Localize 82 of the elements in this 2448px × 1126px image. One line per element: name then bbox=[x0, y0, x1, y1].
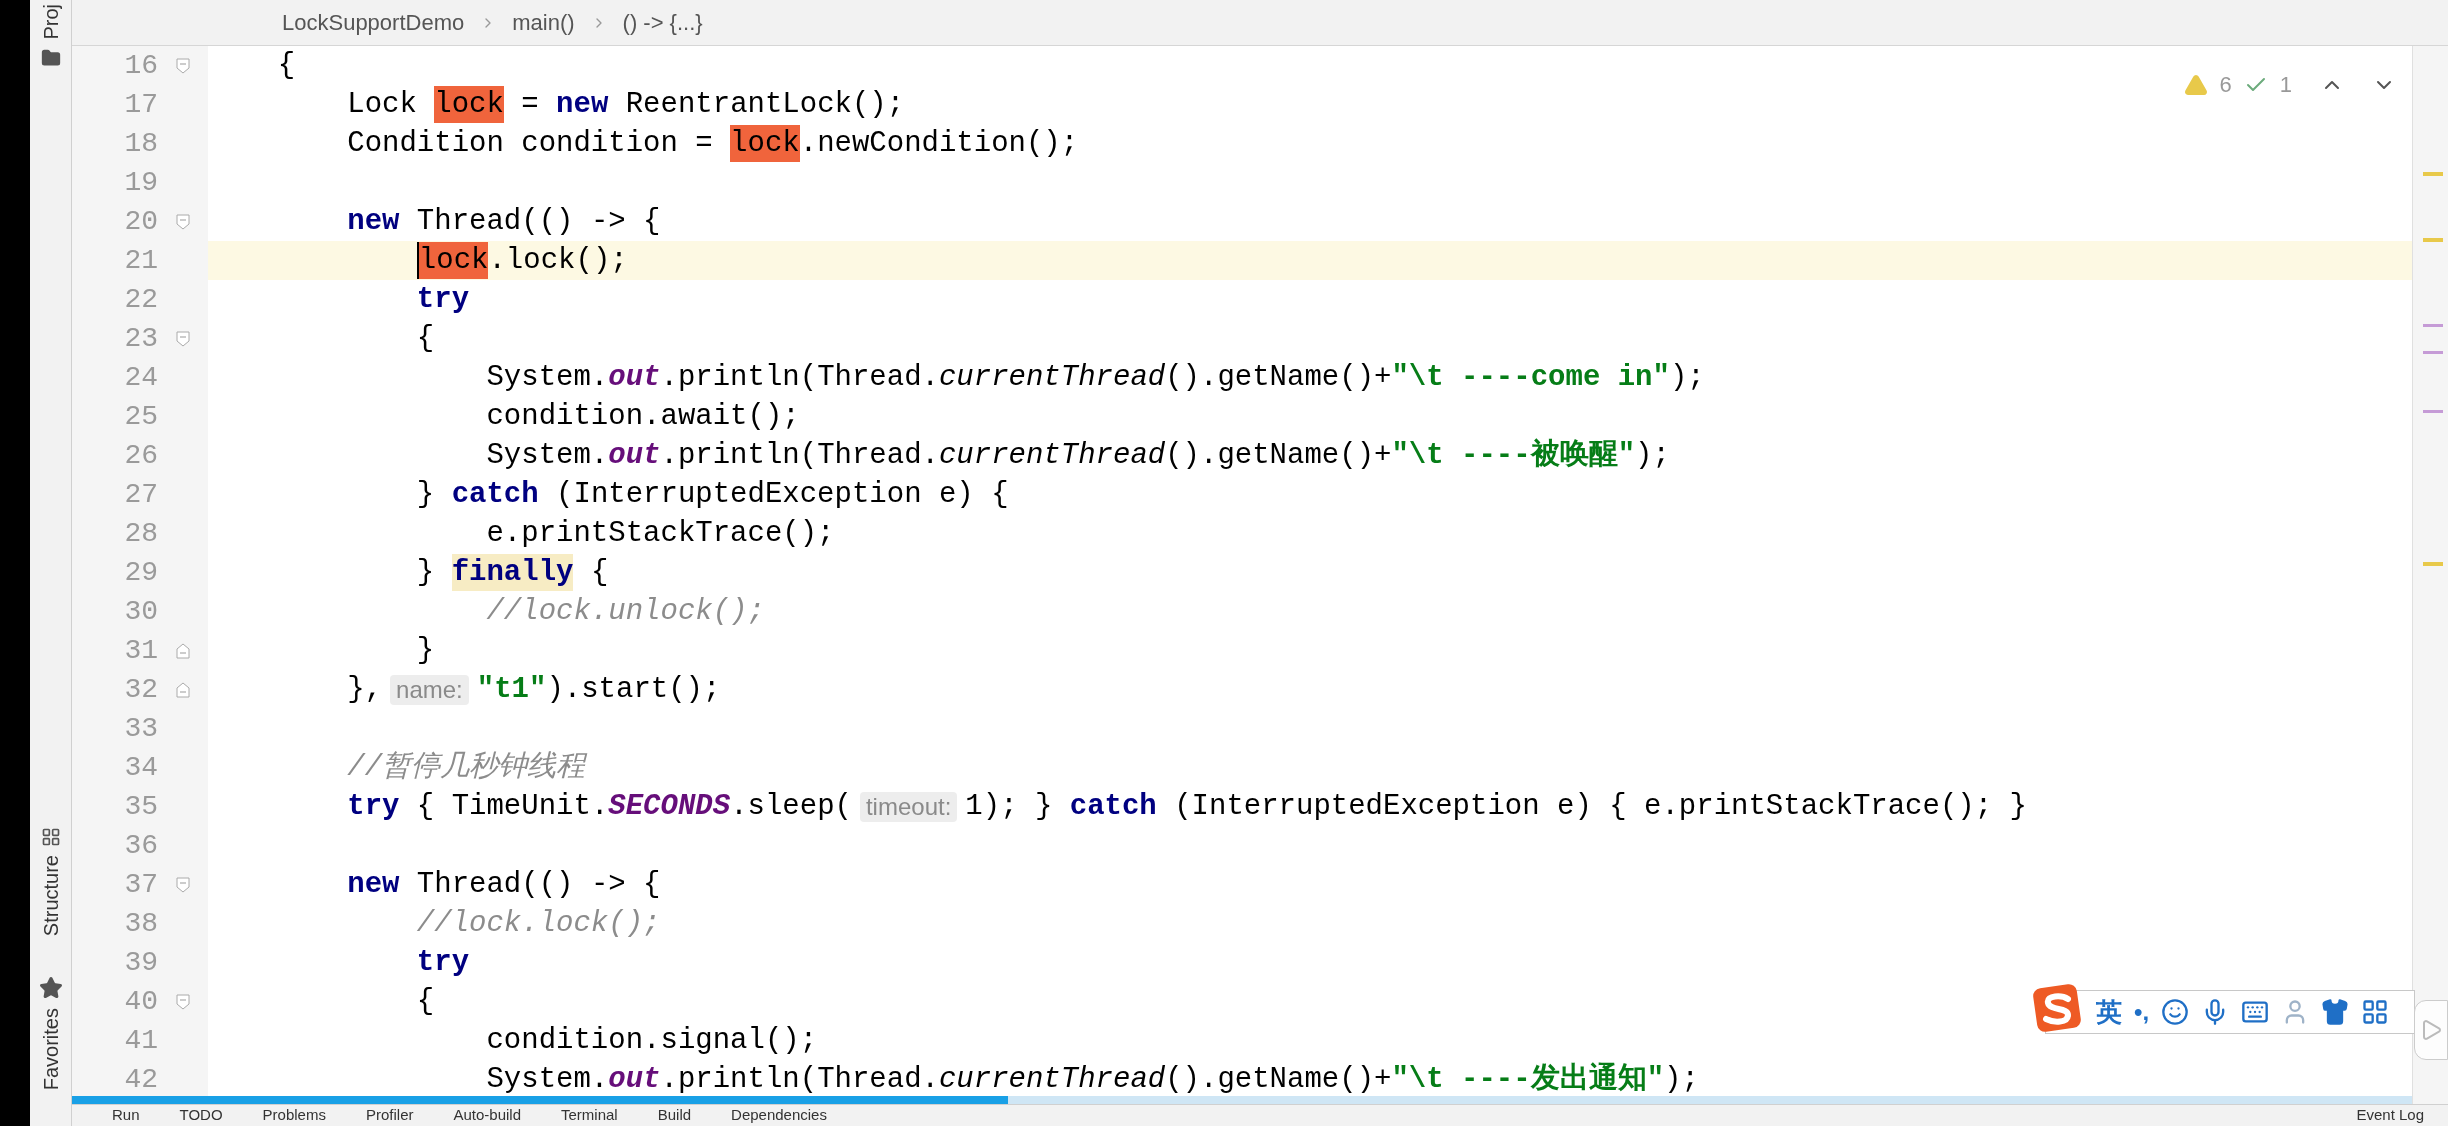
line-number: 19 bbox=[123, 165, 158, 200]
code-line: { bbox=[276, 48, 296, 84]
code-line: condition.await(); bbox=[485, 399, 800, 435]
line-number: 25 bbox=[123, 399, 158, 434]
line-number: 22 bbox=[123, 282, 158, 317]
line-number: 21 bbox=[123, 243, 158, 278]
code-line: System.out.println(Thread.currentThread().getName()+"\t ----发出通知"); bbox=[485, 1061, 1699, 1098]
line-number: 17 bbox=[123, 87, 158, 122]
line-number: 20 bbox=[123, 204, 158, 239]
tool-window-tab[interactable]: Structure bbox=[35, 854, 66, 936]
grid-icon[interactable] bbox=[2361, 998, 2390, 1026]
tool-window-button[interactable]: TODO bbox=[179, 1104, 223, 1126]
code-line: try bbox=[415, 282, 470, 318]
event-log-button[interactable]: Event Log bbox=[2356, 1104, 2424, 1126]
tool-window-tab[interactable]: Favorites bbox=[35, 1007, 66, 1090]
star-icon bbox=[38, 975, 63, 1000]
fold-icon[interactable] bbox=[175, 213, 191, 230]
line-number: 16 bbox=[123, 48, 158, 83]
fold-icon[interactable] bbox=[175, 876, 191, 893]
tool-window-button[interactable]: Auto-build bbox=[453, 1104, 521, 1126]
code-line: condition.signal(); bbox=[485, 1023, 818, 1059]
breadcrumb[interactable]: () -> {...} bbox=[622, 6, 703, 39]
code-line: e.printStackTrace(); bbox=[485, 516, 835, 552]
code-line: { bbox=[415, 984, 435, 1020]
structure-icon bbox=[40, 826, 61, 847]
breadcrumb[interactable]: main() bbox=[512, 6, 575, 39]
tool-window-button[interactable]: Run bbox=[112, 1104, 140, 1126]
code-line: Lock lock = new ReentrantLock(); bbox=[346, 86, 905, 123]
code-line: lock.lock(); bbox=[415, 242, 628, 279]
fold-icon[interactable] bbox=[175, 681, 191, 698]
punctuation-mode[interactable]: •, bbox=[2134, 994, 2150, 1030]
play-button[interactable] bbox=[2414, 1000, 2448, 1060]
line-number: 37 bbox=[123, 867, 158, 902]
line-number: 31 bbox=[123, 633, 158, 668]
code-line: } bbox=[415, 633, 435, 669]
input-mode[interactable]: 英 bbox=[2096, 992, 2122, 1032]
code-line: try bbox=[415, 945, 470, 981]
emoji-icon[interactable] bbox=[2161, 998, 2190, 1026]
code-line: } catch (InterruptedException e) { bbox=[415, 477, 1009, 513]
line-number: 35 bbox=[123, 789, 158, 824]
line-number: 29 bbox=[123, 555, 158, 590]
tool-window-button[interactable]: Build bbox=[657, 1104, 692, 1126]
code-line: //lock.unlock(); bbox=[485, 594, 765, 630]
line-number: 30 bbox=[123, 594, 158, 629]
line-number: 39 bbox=[123, 945, 158, 980]
line-number: 27 bbox=[123, 477, 158, 512]
code-line: try { TimeUnit.SECONDS.sleep( timeout: 1); } catch (InterruptedException e) { e.printStackTrace(); } bbox=[346, 789, 2027, 825]
line-number: 28 bbox=[123, 516, 158, 551]
line-number: 23 bbox=[123, 321, 158, 356]
folder-icon bbox=[40, 47, 61, 68]
tool-window-button[interactable]: Terminal bbox=[561, 1104, 618, 1126]
tool-window-button[interactable]: Profiler bbox=[365, 1104, 414, 1126]
code-line: //lock.lock(); bbox=[415, 906, 661, 942]
fold-icon[interactable] bbox=[175, 642, 191, 659]
code-line: new Thread(() -> { bbox=[346, 867, 661, 903]
tool-window-button[interactable]: Problems bbox=[262, 1104, 326, 1126]
fold-icon[interactable] bbox=[175, 330, 191, 347]
fold-icon[interactable] bbox=[175, 57, 191, 74]
code-line: //暂停几秒钟线程 bbox=[346, 750, 586, 786]
code-line: System.out.println(Thread.currentThread().getName()+"\t ----被唤醒"); bbox=[485, 437, 1670, 474]
breadcrumb[interactable]: LockSupportDemo bbox=[282, 6, 465, 39]
fold-icon[interactable] bbox=[175, 993, 191, 1010]
warning-icon[interactable] bbox=[2183, 72, 2208, 97]
line-number: 42 bbox=[123, 1062, 158, 1097]
code-line: { bbox=[415, 321, 435, 357]
line-number: 40 bbox=[123, 984, 158, 1019]
code-line: System.out.println(Thread.currentThread().getName()+"\t ----come in"); bbox=[485, 360, 1705, 396]
code-line: Condition condition = lock.newCondition(); bbox=[346, 125, 1079, 162]
line-number: 18 bbox=[123, 126, 158, 161]
shirt-icon[interactable] bbox=[2321, 998, 2350, 1026]
line-number: 33 bbox=[123, 711, 158, 746]
code-line: new Thread(() -> { bbox=[346, 204, 661, 240]
line-number: 36 bbox=[123, 828, 158, 863]
line-number: 41 bbox=[123, 1023, 158, 1058]
code-line: }, name: "t1").start(); bbox=[346, 672, 721, 708]
line-number: 38 bbox=[123, 906, 158, 941]
line-number: 24 bbox=[123, 360, 158, 395]
tool-window-button[interactable]: Dependencies bbox=[731, 1104, 827, 1126]
line-number: 32 bbox=[123, 672, 158, 707]
tool-window-tab[interactable]: Proj bbox=[35, 4, 66, 40]
line-number: 26 bbox=[123, 438, 158, 473]
line-number: 34 bbox=[123, 750, 158, 785]
